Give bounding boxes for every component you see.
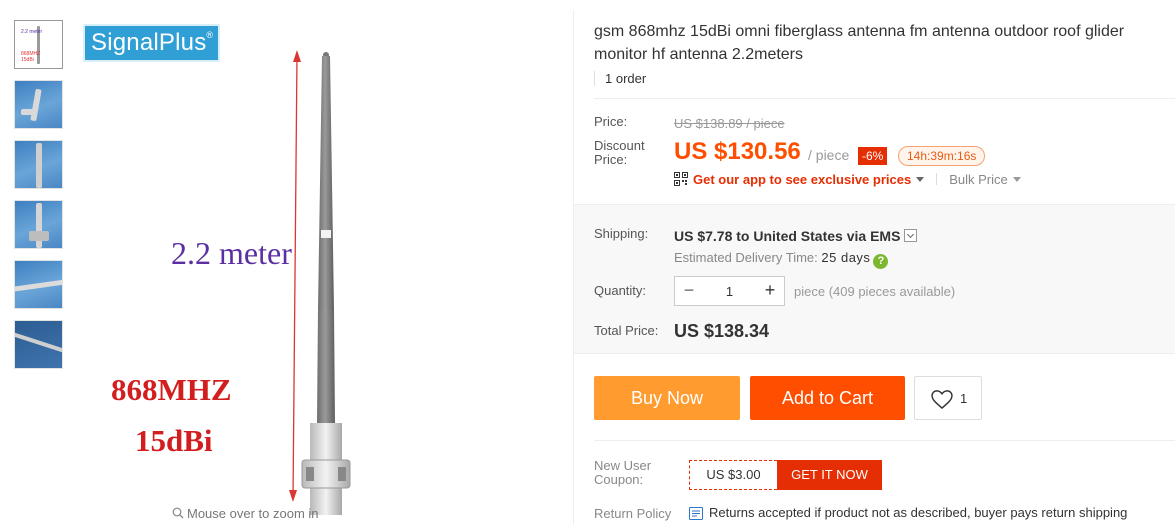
thumbnail-2[interactable] [14, 80, 63, 129]
help-icon[interactable]: ? [873, 254, 889, 269]
shipping-dropdown-icon[interactable] [904, 229, 918, 242]
thumbnail-6[interactable] [14, 320, 63, 369]
shipping-cost: US $7.78 [674, 228, 733, 244]
qr-code-icon [674, 172, 688, 186]
buy-now-button[interactable]: Buy Now [594, 376, 740, 420]
wishlist-button[interactable]: 1 [914, 376, 982, 420]
original-price: US $138.89 / piece [674, 116, 785, 131]
coupon-value: US $3.00 [689, 460, 777, 490]
separator [936, 173, 938, 185]
thumbnail-list: 2.2 meter 868MHZ 15dBi [14, 20, 64, 380]
arrow-head-bottom [289, 490, 297, 502]
chevron-down-icon [1012, 177, 1021, 182]
discount-badge: -6% [858, 147, 888, 165]
quantity-stepper: − + [674, 276, 785, 306]
quantity-label: Quantity: [594, 283, 647, 298]
bracket-bolt [306, 467, 314, 481]
thumbnail-4[interactable] [14, 200, 63, 249]
total-price: US $138.34 [674, 321, 770, 341]
delivery-estimate: Estimated Delivery Time: 25 days? [674, 250, 889, 269]
price-unit: / piece [808, 147, 850, 163]
bracket-bolt [338, 467, 346, 481]
shipping-destination: to United States via EMS [736, 228, 901, 244]
coupon-label: New User Coupon: [594, 458, 652, 487]
thumbnail-3[interactable] [14, 140, 63, 189]
shipping-info[interactable]: US $7.78 to United States via EMS [674, 228, 918, 244]
chevron-down-icon [916, 177, 925, 182]
delivery-days: 25 days [821, 250, 871, 265]
antenna-pole [318, 56, 334, 310]
shipping-label: Shipping: [594, 226, 649, 241]
height-label: 2.2 meter [171, 235, 292, 271]
frequency-label: 868MHZ [111, 372, 232, 407]
magnifier-icon [172, 507, 184, 519]
gain-label: 15dBi [135, 423, 213, 458]
arrow-head-top [293, 50, 301, 62]
coupon-box: US $3.00 GET IT NOW [689, 460, 882, 490]
delivery-label: Estimated Delivery Time: [674, 250, 818, 265]
thumbnail-caption: 15dBi [21, 57, 34, 63]
antenna-pole-lower [317, 310, 335, 425]
quantity-input[interactable] [703, 277, 756, 305]
main-product-image[interactable]: SignalPlus® 2.2 meter 868MHZ 15dBi [72, 10, 572, 515]
zoom-hint-text: Mouse over to zoom in [187, 506, 319, 521]
increase-quantity-button[interactable]: + [756, 277, 784, 305]
return-policy-label: Return Policy [594, 506, 672, 521]
antenna-joint [321, 230, 331, 238]
price-label: Price: [594, 114, 628, 129]
stock-availability: piece (409 pieces available) [794, 284, 956, 299]
bulk-price-toggle[interactable]: Bulk Price [949, 172, 1021, 187]
shipping-quantity-panel [574, 204, 1175, 354]
thumbnail-caption: 2.2 meter [21, 29, 43, 35]
height-arrow [292, 54, 298, 498]
discount-price: US $130.56 [674, 138, 801, 165]
heart-icon [931, 390, 953, 409]
return-policy-text: Returns accepted if product not as descr… [709, 505, 1128, 520]
divider [594, 98, 1175, 99]
total-price-label: Total Price: [594, 323, 659, 338]
product-title: gsm 868mhz 15dBi omni fiberglass antenna… [594, 23, 1125, 63]
countdown-timer: 14h:39m:16s [898, 146, 986, 166]
thumbnail-1[interactable]: 2.2 meter 868MHZ 15dBi [14, 20, 63, 69]
decrease-quantity-button[interactable]: − [675, 277, 703, 305]
thumbnail-5[interactable] [14, 260, 63, 309]
get-coupon-button[interactable]: GET IT NOW [777, 460, 882, 490]
return-policy-icon [689, 507, 703, 520]
discount-price-label: Discount Price: [594, 138, 645, 167]
app-promo-row: Get our app to see exclusive prices Bulk … [674, 172, 1021, 187]
wishlist-count: 1 [960, 391, 968, 406]
app-prices-link[interactable]: Get our app to see exclusive prices [693, 172, 911, 187]
zoom-hint: Mouse over to zoom in [172, 506, 319, 521]
add-to-cart-button[interactable]: Add to Cart [750, 376, 905, 420]
bulk-price-label: Bulk Price [949, 172, 1008, 187]
order-count: 1 order [594, 71, 646, 86]
divider [594, 440, 1175, 441]
